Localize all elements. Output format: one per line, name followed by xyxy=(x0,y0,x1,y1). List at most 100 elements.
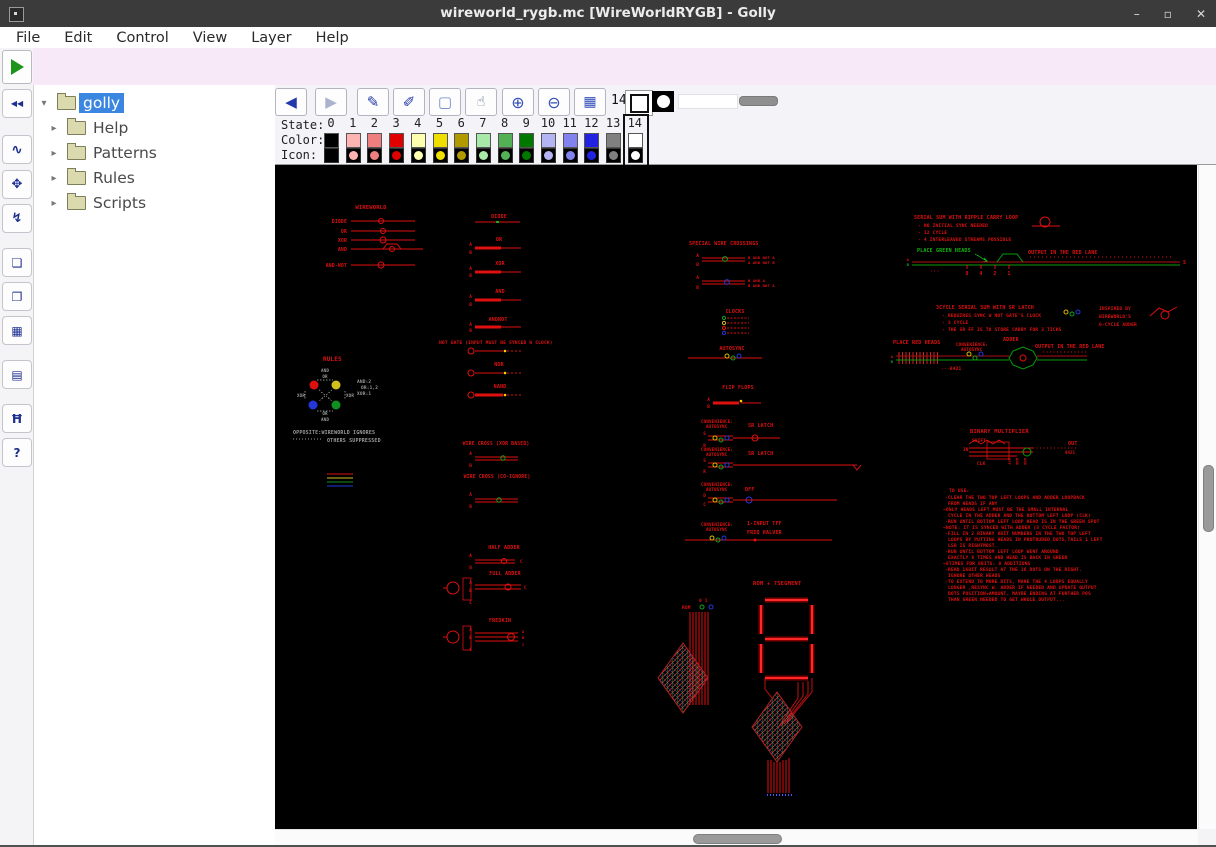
state-color-swatch-0[interactable] xyxy=(324,133,339,148)
state-color-swatch-7[interactable] xyxy=(475,133,491,148)
open-pattern-icon[interactable]: ❐ xyxy=(2,282,32,311)
state-number-9[interactable]: 9 xyxy=(515,116,537,130)
current-icon-swatch[interactable] xyxy=(652,91,674,112)
state-color-swatch-13[interactable] xyxy=(606,133,622,148)
fit-pattern-icon[interactable]: ✥ xyxy=(2,170,32,199)
svg-text:A: A xyxy=(469,553,472,559)
state-color-swatch-5[interactable] xyxy=(432,133,448,148)
menu-control[interactable]: Control xyxy=(104,29,180,47)
state-color-swatch-4[interactable] xyxy=(410,133,426,148)
current-state-swatch[interactable] xyxy=(625,90,653,116)
horizontal-scrollbar[interactable] xyxy=(275,829,1198,846)
state-number-0[interactable]: 0 xyxy=(320,116,342,130)
play-button[interactable] xyxy=(2,50,32,84)
collapsed-arrow-icon[interactable]: ▸ xyxy=(48,173,60,184)
tree-item-scripts[interactable]: ▸ Scripts xyxy=(34,191,150,215)
state-color-swatch-6[interactable] xyxy=(454,133,470,148)
state-icon-swatch-2[interactable] xyxy=(367,148,383,163)
undo-button[interactable]: ◀ xyxy=(275,88,307,116)
scale-slider-thumb[interactable] xyxy=(739,96,778,106)
vertical-scrollbar[interactable] xyxy=(1198,165,1216,829)
state-number-3[interactable]: 3 xyxy=(385,116,407,130)
svg-text:- REQUIRES SYNC W NOT GATE'S C: - REQUIRES SYNC W NOT GATE'S CLOCK xyxy=(942,313,1041,319)
tree-item-golly[interactable]: ▾ golly xyxy=(34,91,125,115)
state-color-swatch-11[interactable] xyxy=(562,133,578,148)
maximize-button[interactable]: ▫ xyxy=(1164,7,1172,21)
collapsed-arrow-icon[interactable]: ▸ xyxy=(48,198,60,209)
move-button[interactable]: ☝ xyxy=(465,88,497,116)
svg-text:OTHERS SUPPRESSED: OTHERS SUPPRESSED xyxy=(327,438,381,444)
minimize-button[interactable]: – xyxy=(1134,7,1140,21)
state-icon-swatch-4[interactable] xyxy=(410,148,426,163)
collapsed-arrow-icon[interactable]: ▸ xyxy=(48,148,60,159)
close-button[interactable]: ✕ xyxy=(1196,7,1206,21)
scale-icon[interactable]: ∿ xyxy=(2,135,32,164)
state-color-swatch-3[interactable] xyxy=(389,133,405,148)
state-color-swatch-2[interactable] xyxy=(367,133,383,148)
state-icon-swatch-11[interactable] xyxy=(562,148,578,163)
pattern-canvas[interactable]: WIREWORLD DIODE OR XOR AND AND-NOT RULES AND OR X… xyxy=(275,165,1197,829)
menu-view[interactable]: View xyxy=(181,29,239,47)
state-number-4[interactable]: 4 xyxy=(407,116,429,130)
state-color-swatch-1[interactable] xyxy=(345,133,361,148)
zoom-out-button[interactable]: ⊖ xyxy=(538,88,570,116)
tree-item-help[interactable]: ▸ Help xyxy=(34,116,132,140)
svg-text:S: S xyxy=(703,458,706,464)
pick-button[interactable]: ✐ xyxy=(393,88,425,116)
draw-button[interactable]: ✎ xyxy=(357,88,389,116)
state-number-13[interactable]: 13 xyxy=(602,116,624,130)
menu-layer[interactable]: Layer xyxy=(239,29,303,47)
backward-icon[interactable]: ◀◀ xyxy=(2,89,32,118)
tree-item-rules[interactable]: ▸ Rules xyxy=(34,166,139,190)
state-number-1[interactable]: 1 xyxy=(342,116,364,130)
state-color-swatch-8[interactable] xyxy=(497,133,513,148)
expanded-arrow-icon[interactable]: ▾ xyxy=(38,98,50,109)
state-icon-swatch-3[interactable] xyxy=(389,148,405,163)
all-states-button[interactable]: ▦ xyxy=(574,88,606,116)
state-number-11[interactable]: 11 xyxy=(559,116,581,130)
state-color-swatch-10[interactable] xyxy=(541,133,556,148)
state-number-7[interactable]: 7 xyxy=(472,116,494,130)
scale-slider-track[interactable] xyxy=(678,94,738,109)
state-icon-swatch-10[interactable] xyxy=(541,148,556,163)
state-icon-swatch-5[interactable] xyxy=(432,148,448,163)
svg-text:A: A xyxy=(469,294,472,300)
state-icon-swatch-1[interactable] xyxy=(345,148,361,163)
state-number-5[interactable]: 5 xyxy=(429,116,451,130)
state-icon-swatch-12[interactable] xyxy=(584,148,600,163)
zoom-in-button[interactable]: ⊕ xyxy=(502,88,534,116)
state-icon-swatch-6[interactable] xyxy=(454,148,470,163)
state-number-10[interactable]: 10 xyxy=(537,116,559,130)
canvas-svg[interactable]: WIREWORLDDIODEORXORANDAND-NOTRULESANDORX… xyxy=(275,165,1197,829)
menu-edit[interactable]: Edit xyxy=(52,29,104,47)
state-color-swatch-12[interactable] xyxy=(584,133,600,148)
select-button[interactable]: ▢ xyxy=(429,88,461,116)
new-pattern-icon[interactable]: ❏ xyxy=(2,248,32,277)
tree-item-patterns[interactable]: ▸ Patterns xyxy=(34,141,161,165)
state-color-swatch-9[interactable] xyxy=(519,133,535,148)
state-icon-swatch-13[interactable] xyxy=(606,148,622,163)
hashing-icon[interactable]: Ħ xyxy=(2,404,32,433)
svg-text:-RUN UNTIL BOTTOM LEFT LOOP WE: -RUN UNTIL BOTTOM LEFT LOOP WENT AROUND xyxy=(945,549,1059,555)
pattern-info-icon[interactable]: ▤ xyxy=(2,360,32,389)
menu-help[interactable]: Help xyxy=(304,29,361,47)
state-number-6[interactable]: 6 xyxy=(450,116,472,130)
state-number-12[interactable]: 12 xyxy=(580,116,602,130)
save-pattern-icon[interactable]: ▦ xyxy=(2,316,32,345)
svg-text:0 1: 0 1 xyxy=(699,598,708,604)
state-number-2[interactable]: 2 xyxy=(363,116,385,130)
collapsed-arrow-icon[interactable]: ▸ xyxy=(48,123,60,134)
redo-button[interactable]: ▶ xyxy=(315,88,347,116)
state-icon-swatch-7[interactable] xyxy=(475,148,491,163)
horizontal-scrollbar-thumb[interactable] xyxy=(693,834,782,844)
randfill-icon[interactable]: ↯ xyxy=(2,204,32,233)
tree-item-label: Scripts xyxy=(93,194,147,212)
state-number-8[interactable]: 8 xyxy=(494,116,516,130)
state-icon-swatch-8[interactable] xyxy=(497,148,513,163)
state-icon-swatch-9[interactable] xyxy=(519,148,535,163)
svg-text:XOR: XOR xyxy=(495,261,505,267)
state-icon-swatch-0[interactable] xyxy=(324,148,339,163)
menu-file[interactable]: File xyxy=(4,29,52,47)
help-icon[interactable]: ? xyxy=(2,438,32,467)
vertical-scrollbar-thumb[interactable] xyxy=(1203,465,1214,532)
